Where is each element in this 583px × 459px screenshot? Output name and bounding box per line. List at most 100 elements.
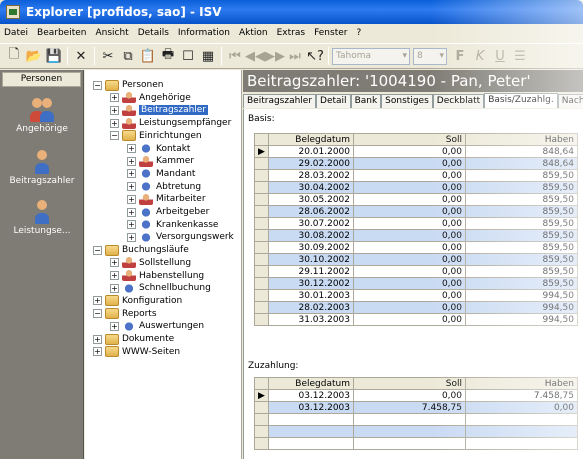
table-cell[interactable]: 7.458,75 — [465, 389, 578, 402]
table-cell[interactable]: 03.12.2003 — [268, 401, 354, 414]
row-indicator[interactable] — [254, 253, 269, 266]
table-cell[interactable]: 0,00 — [353, 265, 466, 278]
expand-toggle-icon[interactable]: + — [110, 283, 119, 293]
font-select[interactable]: Tahoma — [332, 47, 410, 65]
table-cell[interactable]: 0,00 — [353, 241, 466, 254]
table-cell[interactable]: 859,50 — [465, 253, 578, 266]
table-cell[interactable]: 0,00 — [353, 229, 466, 242]
expand-toggle-icon[interactable]: + — [110, 118, 119, 128]
table-row[interactable]: 30.07.2002 0,00 859,50 — [254, 217, 578, 230]
table-cell[interactable]: 20.01.2000 — [268, 145, 354, 158]
table-cell[interactable]: 859,50 — [465, 205, 578, 218]
menu-item-5[interactable]: Aktion — [239, 28, 268, 38]
table-cell[interactable]: 859,50 — [465, 229, 578, 242]
expand-toggle-icon[interactable]: + — [110, 93, 119, 103]
expand-toggle-icon[interactable]: + — [127, 194, 136, 204]
menu-item-2[interactable]: Ansicht — [95, 28, 128, 38]
table-row[interactable]: 29.11.2002 0,00 859,50 — [254, 265, 578, 278]
table-cell[interactable]: 0,00 — [353, 205, 466, 218]
menu-item-4[interactable]: Information — [178, 28, 230, 38]
table-cell[interactable]: 03.12.2003 — [268, 389, 354, 402]
expand-toggle-icon[interactable]: + — [127, 220, 136, 230]
previous-record-icon[interactable]: ◀◀ — [245, 46, 265, 66]
table-row[interactable]: 29.02.2000 0,00 848,64 — [254, 157, 578, 170]
table-row[interactable]: 30.04.2002 0,00 859,50 — [254, 181, 578, 194]
expand-toggle-icon[interactable]: − — [93, 245, 102, 255]
current-row-icon[interactable]: ▶ — [254, 389, 269, 402]
expand-toggle-icon[interactable]: − — [93, 309, 102, 319]
tree-node[interactable]: + Beitragszahler — [110, 104, 209, 116]
tree-node[interactable]: − Personen — [93, 79, 163, 91]
table-cell[interactable]: 994,50 — [465, 289, 578, 302]
table-cell[interactable]: 0,00 — [353, 217, 466, 230]
table-row[interactable]: 31.03.2003 0,00 994,50 — [254, 313, 578, 326]
table-row[interactable]: ▶ 03.12.2003 0,00 7.458,75 — [254, 389, 578, 402]
table-cell[interactable]: 848,64 — [465, 157, 578, 170]
table-cell[interactable]: 30.12.2002 — [268, 277, 354, 290]
tree-node[interactable]: + WWW-Seiten — [93, 346, 180, 358]
table-row[interactable]: 30.12.2002 0,00 859,50 — [254, 277, 578, 290]
table-row[interactable]: 30.01.2003 0,00 994,50 — [254, 289, 578, 302]
expand-toggle-icon[interactable]: + — [127, 232, 136, 242]
menu-item-0[interactable]: Datei — [4, 28, 28, 38]
tree-node[interactable]: + Abtretung — [127, 181, 201, 193]
table-cell[interactable]: 30.10.2002 — [268, 253, 354, 266]
tab-2[interactable]: Bank — [350, 94, 382, 108]
tree-node[interactable]: + Schnellbuchung — [110, 282, 211, 294]
tree-node[interactable]: + Mandant — [127, 168, 195, 180]
tree-node[interactable]: + Angehörige — [110, 92, 191, 104]
tab-1[interactable]: Detail — [316, 94, 351, 108]
tree-node[interactable]: + Auswertungen — [110, 320, 204, 332]
tab-6[interactable]: Nachv./Übe — [557, 94, 583, 108]
table-cell[interactable]: 859,50 — [465, 181, 578, 194]
table-cell[interactable]: 0,00 — [353, 301, 466, 314]
tree-node[interactable]: + Arbeitgeber — [127, 206, 209, 218]
table-cell[interactable]: 0,00 — [353, 289, 466, 302]
expand-toggle-icon[interactable]: + — [93, 296, 102, 306]
empty-row[interactable] — [254, 413, 578, 426]
table-cell[interactable]: 859,50 — [465, 169, 578, 182]
table-cell[interactable]: 0,00 — [353, 253, 466, 266]
table-cell[interactable]: 0,00 — [353, 181, 466, 194]
tree-node[interactable]: − Einrichtungen — [110, 130, 202, 142]
delete-icon[interactable]: ✕ — [71, 46, 91, 66]
table-cell[interactable]: 29.02.2000 — [268, 157, 354, 170]
open-folder-icon[interactable]: 📂 — [24, 46, 44, 66]
table-cell[interactable]: 7.458,75 — [353, 401, 466, 414]
table-row[interactable]: ▶ 20.01.2000 0,00 848,64 — [254, 145, 578, 158]
tree-node[interactable]: + Kammer — [127, 155, 194, 167]
table-row[interactable]: 28.06.2002 0,00 859,50 — [254, 205, 578, 218]
table-cell[interactable]: 30.05.2002 — [268, 193, 354, 206]
checkbox-icon[interactable]: ☐ — [178, 46, 198, 66]
tree-node[interactable]: + Dokumente — [93, 333, 174, 345]
underline-button[interactable]: U — [490, 46, 510, 66]
tree-node[interactable]: − Buchungsläufe — [93, 244, 189, 256]
table-cell[interactable]: 994,50 — [465, 313, 578, 326]
tree-node[interactable]: + Sollstellung — [110, 257, 191, 269]
print-icon[interactable]: 🖶 — [158, 46, 178, 66]
navigation-bar-header[interactable]: Personen — [2, 72, 81, 87]
title-bar[interactable]: Explorer [profidos, sao] - ISV — [0, 0, 583, 24]
nav-item-beitragszahler[interactable]: Beitragszahler — [0, 150, 84, 186]
nav-item-leistungsempfaenger[interactable]: Leistungse... — [0, 200, 84, 236]
column-header[interactable]: Haben — [465, 133, 578, 146]
tree-node[interactable]: + Habenstellung — [110, 270, 204, 282]
menu-item-8[interactable]: ? — [356, 28, 361, 38]
table-cell[interactable]: 0,00 — [353, 193, 466, 206]
tab-5[interactable]: Basis/Zuzahlg. — [484, 93, 558, 108]
table-cell[interactable]: 0,00 — [465, 401, 578, 414]
table-cell[interactable]: 859,50 — [465, 277, 578, 290]
row-indicator[interactable] — [254, 401, 269, 414]
menu-item-7[interactable]: Fenster — [314, 28, 347, 38]
expand-toggle-icon[interactable]: + — [93, 347, 102, 357]
table-cell[interactable]: 0,00 — [353, 145, 466, 158]
expand-toggle-icon[interactable]: + — [127, 182, 136, 192]
bold-button[interactable]: F — [450, 46, 470, 66]
cut-icon[interactable]: ✂ — [98, 46, 118, 66]
tree-node[interactable]: + Konfiguration — [93, 295, 182, 307]
expand-toggle-icon[interactable]: + — [110, 321, 119, 331]
expand-toggle-icon[interactable]: + — [127, 156, 136, 166]
row-indicator[interactable] — [254, 169, 269, 182]
table-cell[interactable]: 0,00 — [353, 313, 466, 326]
copy-icon[interactable]: ⧉ — [118, 46, 138, 66]
